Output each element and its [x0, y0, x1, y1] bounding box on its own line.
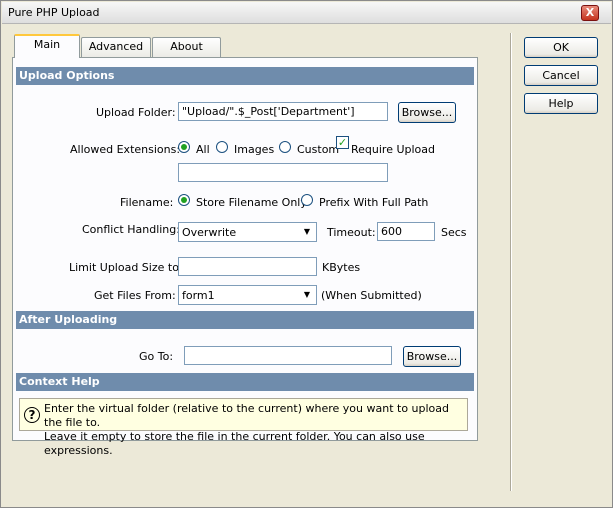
- filename-label: Filename:: [120, 196, 174, 209]
- chevron-down-icon: ▼: [303, 227, 311, 236]
- ext-all-label: All: [196, 143, 210, 156]
- section-context-help: Context Help: [16, 373, 474, 391]
- question-icon: ?: [24, 407, 40, 423]
- tab-advanced-label: Advanced: [88, 40, 144, 53]
- context-help-line-1: Enter the virtual folder (relative to th…: [44, 402, 450, 429]
- vertical-separator: [510, 33, 512, 491]
- window-title: Pure PHP Upload: [8, 6, 100, 19]
- close-icon: X: [585, 6, 595, 19]
- tab-main-label: Main: [33, 38, 61, 51]
- get-files-from-select[interactable]: form1 ▼: [178, 285, 317, 305]
- help-button[interactable]: Help: [524, 93, 598, 114]
- context-help-text: Enter the virtual folder (relative to th…: [44, 402, 464, 458]
- section-context-help-title: Context Help: [19, 375, 100, 388]
- limit-size-unit: KBytes: [322, 261, 361, 274]
- get-files-from-label: Get Files From:: [94, 289, 176, 302]
- conflict-handling-value: Overwrite: [182, 226, 237, 239]
- prefix-full-path-label: Prefix With Full Path: [319, 196, 429, 209]
- get-files-from-value: form1: [182, 289, 215, 302]
- tab-advanced[interactable]: Advanced: [81, 37, 151, 57]
- tab-about[interactable]: About: [152, 37, 221, 57]
- cancel-button[interactable]: Cancel: [524, 65, 598, 86]
- section-upload-options: Upload Options: [16, 67, 474, 85]
- section-upload-options-title: Upload Options: [19, 69, 115, 82]
- goto-label: Go To:: [139, 350, 174, 363]
- context-help-box: ? Enter the virtual folder (relative to …: [19, 398, 468, 457]
- ext-images-radio[interactable]: [216, 141, 228, 153]
- upload-folder-browse-button[interactable]: Browse...: [398, 102, 456, 123]
- main-panel: Upload Options Upload Folder: "Upload/".…: [12, 57, 478, 457]
- upload-folder-label: Upload Folder:: [96, 106, 176, 119]
- close-button[interactable]: X: [581, 5, 599, 21]
- allowed-extensions-label: Allowed Extensions:: [70, 143, 181, 156]
- prefix-full-path-radio[interactable]: [301, 194, 313, 206]
- custom-extensions-input[interactable]: [178, 163, 388, 182]
- tab-about-label: About: [170, 40, 203, 53]
- ok-button[interactable]: OK: [524, 37, 598, 58]
- conflict-handling-select[interactable]: Overwrite ▼: [178, 222, 317, 242]
- require-upload-checkbox[interactable]: ✓: [336, 136, 349, 149]
- dialog-window: Pure PHP Upload X Main Advanced About Up…: [0, 0, 613, 508]
- goto-input[interactable]: [184, 346, 392, 365]
- goto-browse-button[interactable]: Browse...: [403, 346, 461, 367]
- chevron-down-icon: ▼: [303, 290, 311, 299]
- title-bar: Pure PHP Upload X: [2, 2, 611, 24]
- limit-size-input[interactable]: [178, 257, 317, 276]
- store-filename-only-label: Store Filename Only: [196, 196, 307, 209]
- section-after-uploading: After Uploading: [16, 311, 474, 329]
- checkmark-icon: ✓: [337, 136, 348, 149]
- ext-custom-radio[interactable]: [279, 141, 291, 153]
- upload-folder-input[interactable]: "Upload/".$_Post['Department']: [178, 102, 388, 121]
- limit-size-label: Limit Upload Size to:: [69, 261, 183, 274]
- get-files-from-suffix: (When Submitted): [321, 289, 422, 302]
- timeout-unit: Secs: [441, 226, 467, 239]
- timeout-label: Timeout:: [327, 226, 376, 239]
- store-filename-only-radio[interactable]: [178, 194, 190, 206]
- timeout-input[interactable]: 600: [377, 222, 435, 241]
- ext-images-label: Images: [234, 143, 275, 156]
- tab-main[interactable]: Main: [14, 34, 80, 58]
- context-help-line-2: Leave it empty to store the file in the …: [44, 430, 425, 457]
- ext-all-radio[interactable]: [178, 141, 190, 153]
- section-after-uploading-title: After Uploading: [19, 313, 118, 326]
- conflict-handling-label: Conflict Handling:: [82, 223, 180, 236]
- require-upload-label: Require Upload: [351, 143, 436, 156]
- ext-custom-label: Custom: [297, 143, 340, 156]
